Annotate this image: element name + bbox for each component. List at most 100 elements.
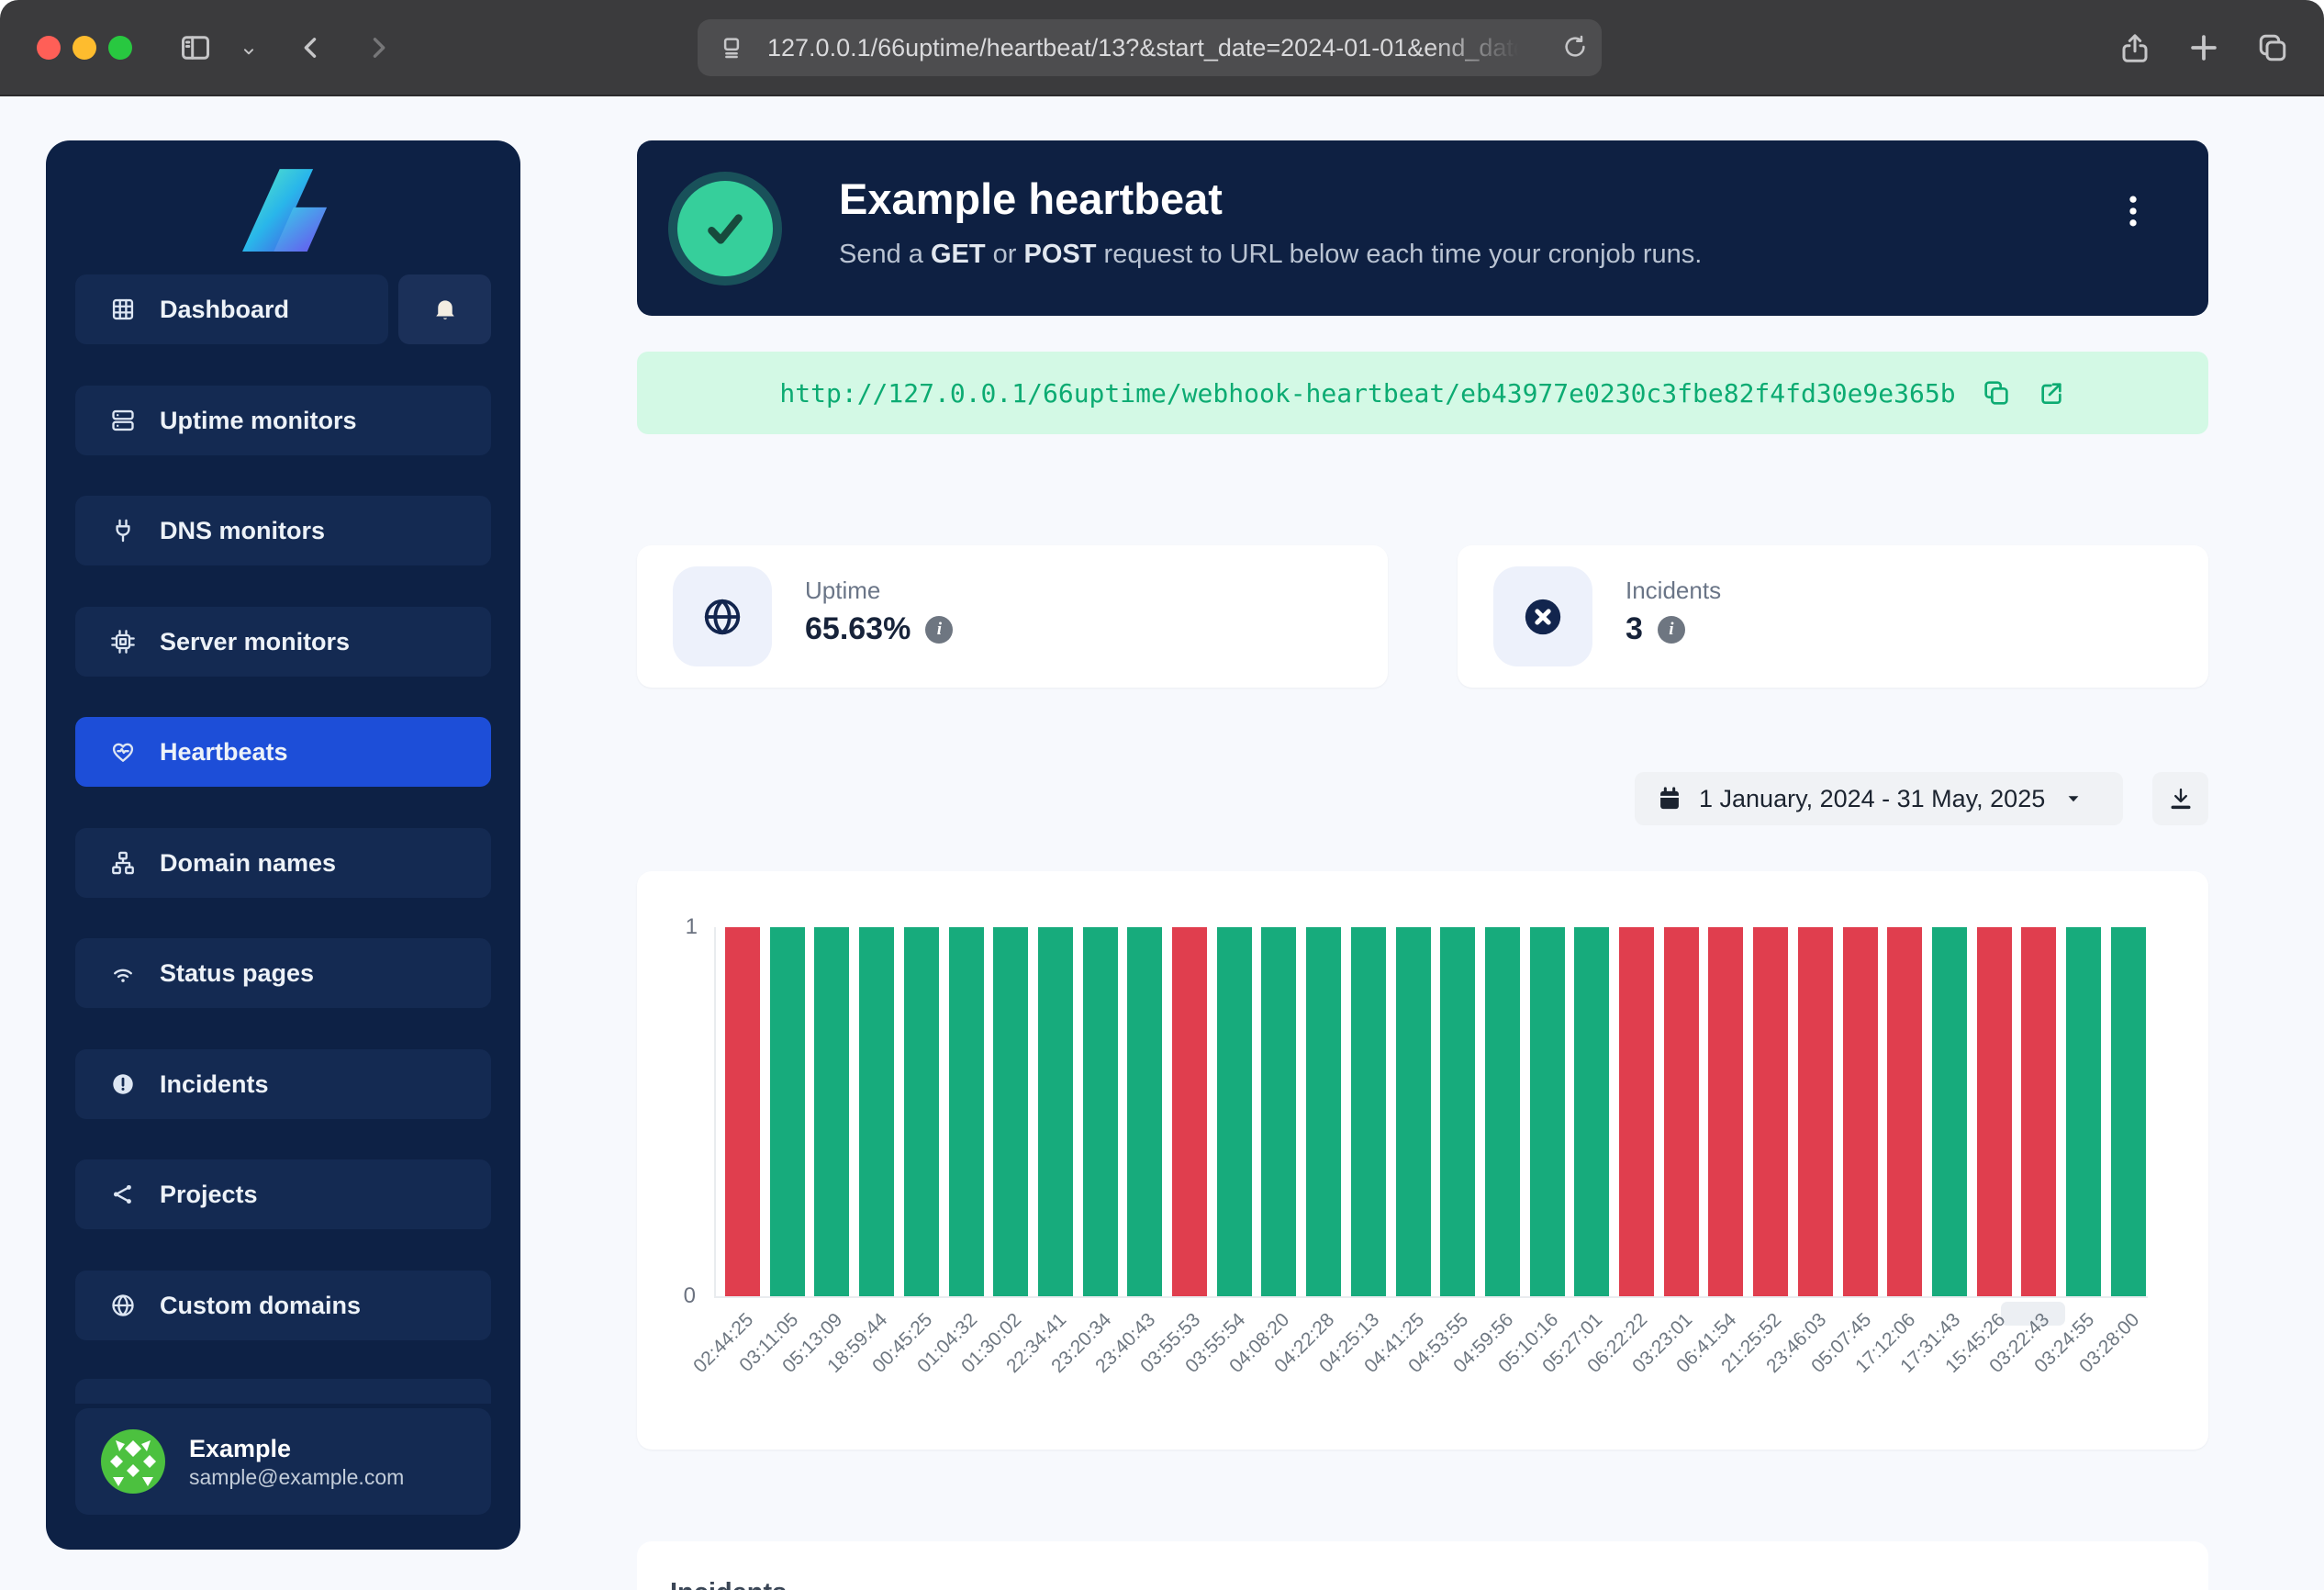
sidebar-toggle-icon[interactable] xyxy=(179,31,212,64)
plug-icon xyxy=(110,518,136,543)
uptime-info-icon[interactable]: i xyxy=(925,616,953,644)
bell-icon xyxy=(431,296,459,323)
user-email: sample@example.com xyxy=(189,1465,404,1490)
heartbeat-bar-up[interactable] xyxy=(1440,927,1475,1296)
heartbeat-bar-up[interactable] xyxy=(1932,927,1967,1296)
grid-icon xyxy=(110,297,136,322)
heartbeat-bar-up[interactable] xyxy=(1217,927,1252,1296)
uptime-label: Uptime xyxy=(805,577,880,605)
subtitle-text: Send a xyxy=(839,240,931,269)
page-icon xyxy=(718,34,745,62)
heartbeat-bar-up[interactable] xyxy=(1485,927,1520,1296)
subtitle-post: POST xyxy=(1024,240,1097,269)
external-link-icon[interactable] xyxy=(2037,378,2066,408)
uptime-value: 65.63% xyxy=(805,611,911,647)
alert-icon xyxy=(110,1071,136,1097)
sidebar-item-incidents[interactable]: Incidents xyxy=(75,1049,491,1119)
sidebar-item-server-monitors[interactable]: Server monitors xyxy=(75,607,491,677)
heartbeat-bar-up[interactable] xyxy=(1261,927,1296,1296)
date-range-text: 1 January, 2024 - 31 May, 2025 xyxy=(1699,785,2045,813)
heartbeat-bar-down[interactable] xyxy=(1798,927,1833,1296)
globe-glyph xyxy=(701,596,743,638)
incidents-info-icon[interactable]: i xyxy=(1658,616,1685,644)
heartbeat-bar-up[interactable] xyxy=(949,927,984,1296)
chart-toolbar: 1 January, 2024 - 31 May, 2025 xyxy=(637,772,2208,825)
webhook-url-box: http://127.0.0.1/66uptime/webhook-heartb… xyxy=(637,352,2208,434)
heartbeat-bar-down[interactable] xyxy=(1172,927,1207,1296)
heartbeat-bar-up[interactable] xyxy=(904,927,939,1296)
sidebar-item-custom-domains[interactable]: Custom domains xyxy=(75,1271,491,1340)
tab-overview-icon[interactable] xyxy=(2256,31,2289,64)
heartbeat-bar-down[interactable] xyxy=(1843,927,1878,1296)
sidebar-item-label: Server monitors xyxy=(160,628,350,656)
heartbeat-bar-down[interactable] xyxy=(2021,927,2056,1296)
download-button[interactable] xyxy=(2152,772,2208,825)
sidebar-item-label: Uptime monitors xyxy=(160,407,357,435)
incidents-stat-card: Incidents 3 i xyxy=(1458,545,2208,688)
heartbeat-bar-up[interactable] xyxy=(1574,927,1609,1296)
sidebar-item-status-pages[interactable]: Status pages xyxy=(75,938,491,1008)
sidebar-item-label: Heartbeats xyxy=(160,738,288,767)
sidebar-item-label: DNS monitors xyxy=(160,517,325,545)
heart-pulse-icon xyxy=(110,739,136,765)
heartbeat-bar-up[interactable] xyxy=(1127,927,1162,1296)
sidebar-item-label: Custom domains xyxy=(160,1292,361,1320)
sidebar-item-label: Dashboard xyxy=(160,296,289,324)
chevron-down-icon[interactable] xyxy=(239,41,259,62)
sidebar-item-partial[interactable] xyxy=(75,1379,491,1404)
date-range-picker[interactable]: 1 January, 2024 - 31 May, 2025 xyxy=(1635,772,2123,825)
heartbeat-bar-up[interactable] xyxy=(1306,927,1341,1296)
heartbeat-bar-down[interactable] xyxy=(1977,927,2012,1296)
notifications-button[interactable] xyxy=(398,274,491,344)
heartbeat-bar-up[interactable] xyxy=(1038,927,1073,1296)
sidebar-item-label: Projects xyxy=(160,1181,258,1209)
heartbeat-header-card: Example heartbeat Send a GET or POST req… xyxy=(637,140,2208,316)
sidebar-item-projects[interactable]: Projects xyxy=(75,1159,491,1229)
incidents-value: 3 xyxy=(1626,611,1643,647)
copy-icon[interactable] xyxy=(1982,378,2011,408)
heartbeat-bar-up[interactable] xyxy=(1083,927,1118,1296)
heartbeat-bar-down[interactable] xyxy=(1887,927,1922,1296)
heartbeat-bar-up[interactable] xyxy=(2111,927,2146,1296)
window-close-button[interactable] xyxy=(37,36,61,60)
app-logo[interactable] xyxy=(46,153,520,265)
reload-button[interactable] xyxy=(1561,33,1589,61)
share-icon[interactable] xyxy=(2118,31,2151,64)
heartbeat-bar-up[interactable] xyxy=(993,927,1028,1296)
sidebar-item-uptime-monitors[interactable]: Uptime monitors xyxy=(75,386,491,455)
window-minimize-button[interactable] xyxy=(73,36,96,60)
check-icon xyxy=(696,199,754,258)
stats-row: Uptime 65.63% i Incidents 3 i xyxy=(637,545,2208,688)
window-zoom-button[interactable] xyxy=(108,36,132,60)
heartbeat-bar-up[interactable] xyxy=(2066,927,2101,1296)
wifi-icon xyxy=(110,960,136,986)
back-button[interactable] xyxy=(296,32,327,63)
kebab-menu-button[interactable] xyxy=(2113,191,2153,231)
avatar xyxy=(101,1429,165,1494)
sidebar-item-dashboard[interactable]: Dashboard xyxy=(75,274,388,344)
heartbeat-bar-down[interactable] xyxy=(725,927,760,1296)
heartbeat-bar-up[interactable] xyxy=(859,927,894,1296)
user-card[interactable]: Example sample@example.com xyxy=(75,1408,491,1515)
browser-window: 127.0.0.1/66uptime/heartbeat/13?&start_d… xyxy=(0,0,2324,1590)
heartbeat-bar-down[interactable] xyxy=(1753,927,1788,1296)
incidents-section-title: Incidents xyxy=(670,1578,787,1590)
sidebar-item-dns-monitors[interactable]: DNS monitors xyxy=(75,496,491,565)
sidebar-item-domain-names[interactable]: Domain names xyxy=(75,828,491,898)
webhook-url[interactable]: http://127.0.0.1/66uptime/webhook-heartb… xyxy=(779,378,1955,409)
heartbeat-bar-up[interactable] xyxy=(770,927,805,1296)
heartbeat-bar-up[interactable] xyxy=(814,927,849,1296)
heartbeat-bar-up[interactable] xyxy=(1530,927,1565,1296)
heartbeat-bar-down[interactable] xyxy=(1664,927,1699,1296)
heartbeat-chart: 1 0 02:44:2503:11:0505:13:0918:59:4400:4… xyxy=(637,871,2208,1450)
heartbeat-bar-down[interactable] xyxy=(1708,927,1743,1296)
heartbeat-bar-up[interactable] xyxy=(1351,927,1386,1296)
y-tick-1: 1 xyxy=(657,914,698,940)
sidebar-item-heartbeats[interactable]: Heartbeats xyxy=(75,717,491,787)
heartbeat-bar-down[interactable] xyxy=(1619,927,1654,1296)
address-bar[interactable]: 127.0.0.1/66uptime/heartbeat/13?&start_d… xyxy=(698,19,1602,76)
heartbeat-bar-up[interactable] xyxy=(1396,927,1431,1296)
new-tab-button[interactable] xyxy=(2186,30,2221,65)
sidebar: Dashboard Uptime monitors DNS monitors Serv… xyxy=(46,140,520,1550)
caret-down-icon xyxy=(2061,787,2085,811)
